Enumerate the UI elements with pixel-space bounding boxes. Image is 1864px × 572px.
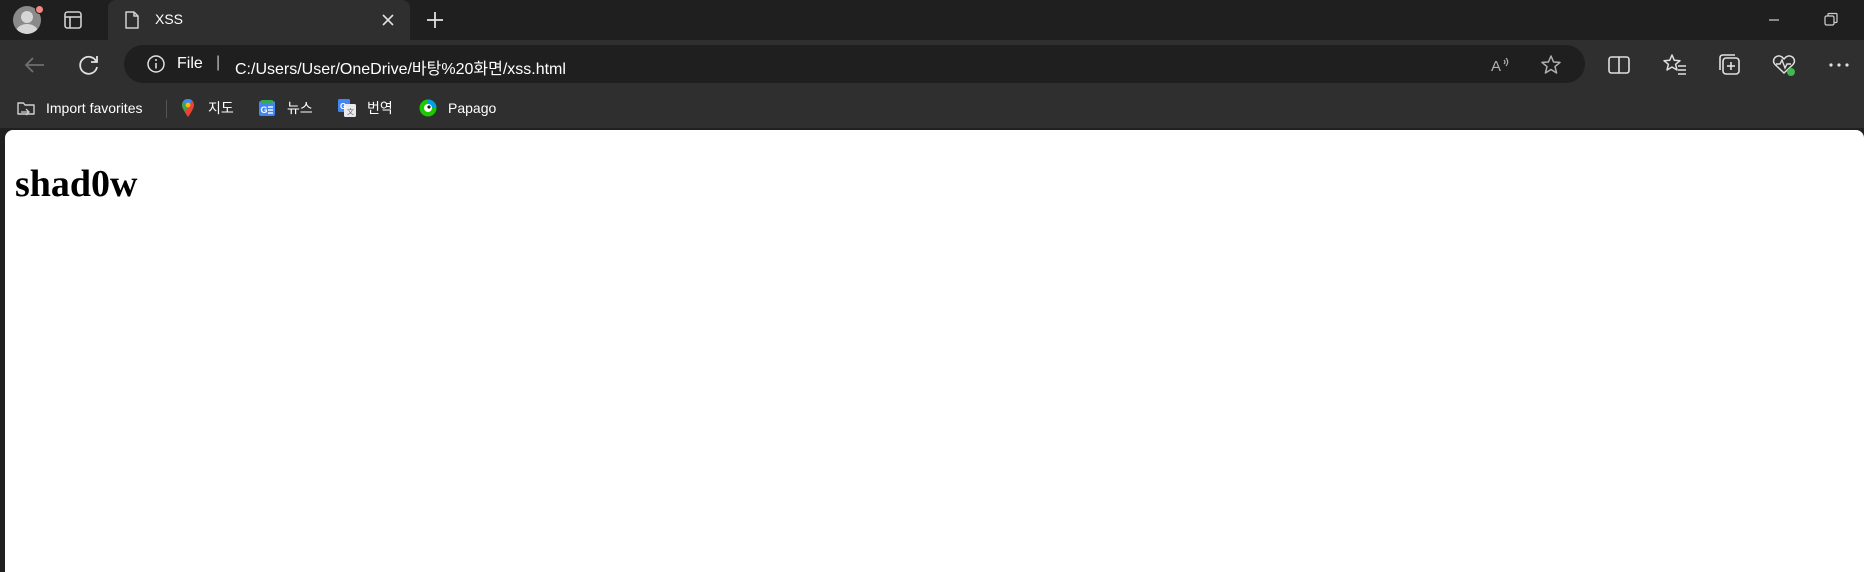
papago-icon: [419, 99, 437, 117]
more-menu-icon[interactable]: [1826, 52, 1852, 78]
browser-essentials-icon[interactable]: [1771, 52, 1797, 78]
page-file-icon: [125, 11, 139, 29]
tab-title: XSS: [155, 11, 184, 27]
import-favorites-icon: [17, 102, 35, 116]
add-favorite-star-icon[interactable]: [1540, 54, 1562, 76]
minimize-icon[interactable]: [1763, 10, 1785, 30]
restore-icon[interactable]: [1820, 10, 1842, 30]
tab-xss[interactable]: XSS: [108, 0, 410, 40]
svg-text:A: A: [1491, 58, 1501, 75]
maps-icon: [182, 99, 194, 117]
bookmark-label: 번역: [367, 100, 393, 116]
bookmark-papago[interactable]: Papago: [418, 94, 496, 122]
translate-icon: G 文: [338, 99, 356, 117]
bookmark-label: Import favorites: [46, 100, 143, 116]
favorites-icon[interactable]: [1662, 52, 1688, 78]
favorites-divider: [166, 100, 167, 118]
split-screen-icon[interactable]: [1606, 52, 1632, 78]
bookmark-label: 지도: [208, 100, 234, 116]
url-text[interactable]: C:/Users/User/OneDrive/바탕%20화면/xss.html: [235, 55, 566, 79]
close-tab-icon[interactable]: [378, 10, 398, 30]
favorites-bar: Import favorites 지도 G 뉴스 G 文 번역 Papago: [0, 88, 1864, 128]
bookmark-news[interactable]: G 뉴스: [257, 94, 313, 122]
browser-window: XSS File | C:/Users/User/OneDrive/바탕%20화…: [0, 0, 1864, 572]
address-bar[interactable]: File | C:/Users/User/OneDrive/바탕%20화면/xs…: [124, 45, 1585, 83]
profile-notification-dot: [35, 5, 44, 14]
news-icon: G: [259, 100, 275, 116]
svg-text:G: G: [261, 105, 268, 115]
page-viewport: shad0w: [5, 130, 1864, 572]
new-tab-icon[interactable]: [424, 9, 446, 31]
collections-icon[interactable]: [1717, 52, 1743, 78]
tab-actions-icon[interactable]: [62, 9, 84, 31]
navigation-toolbar: File | C:/Users/User/OneDrive/바탕%20화면/xs…: [0, 40, 1864, 88]
scheme-label: File: [177, 55, 203, 72]
bookmark-label: Papago: [448, 100, 497, 116]
read-aloud-icon[interactable]: A: [1490, 54, 1512, 76]
address-separator: |: [216, 54, 221, 71]
bookmark-maps[interactable]: 지도: [178, 94, 234, 122]
svg-text:文: 文: [347, 107, 354, 116]
refresh-icon[interactable]: [76, 52, 102, 78]
bookmark-translate[interactable]: G 文 번역: [337, 94, 393, 122]
page-heading: shad0w: [15, 163, 138, 205]
back-icon[interactable]: [22, 52, 48, 78]
svg-text:G: G: [340, 102, 346, 111]
bookmark-import-favorites[interactable]: Import favorites: [16, 94, 142, 122]
bookmark-label: 뉴스: [287, 100, 313, 116]
tab-strip: XSS: [0, 0, 1864, 40]
site-info-icon[interactable]: [146, 54, 166, 74]
